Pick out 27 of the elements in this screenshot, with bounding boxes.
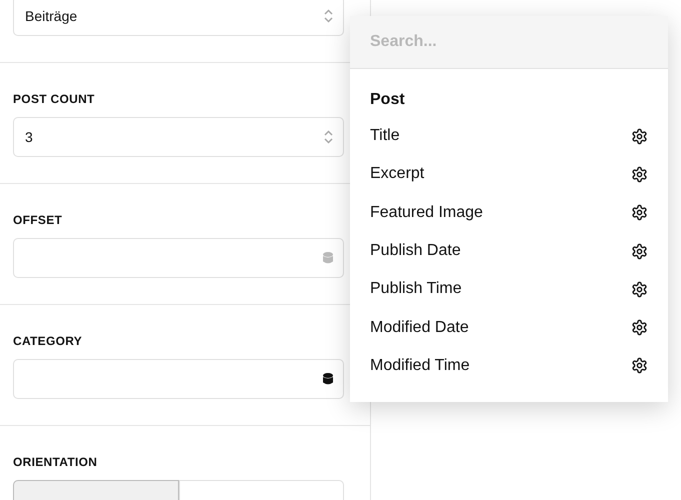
menu-item[interactable]: Modified Date — [350, 308, 668, 347]
select-field[interactable]: 3 — [13, 117, 344, 157]
menu-item[interactable]: Featured Image — [350, 194, 668, 232]
settings-icon[interactable] — [631, 204, 648, 222]
menu-item[interactable]: Excerpt — [350, 155, 668, 194]
select-field[interactable]: Beiträge — [13, 0, 344, 36]
menu-item[interactable]: Modified Time — [350, 346, 668, 386]
settings-icon[interactable] — [631, 242, 648, 260]
search-field[interactable]: Search... — [350, 16, 668, 69]
menu-item[interactable]: Publish Date — [350, 232, 668, 270]
group-heading: Post — [370, 91, 406, 109]
menu-item[interactable]: Publish Time — [350, 270, 668, 308]
input-field[interactable] — [13, 238, 344, 278]
field-label: CATEGORY — [13, 333, 84, 349]
menu-item[interactable]: Title — [350, 117, 668, 156]
settings-icon[interactable] — [631, 280, 648, 298]
field-label: ORIENTATION — [13, 454, 98, 470]
database-icon[interactable] — [323, 373, 333, 385]
updown-icon — [324, 9, 333, 23]
settings-icon[interactable] — [631, 128, 648, 145]
field-label: POST COUNT — [13, 91, 96, 107]
updown-icon — [324, 130, 333, 144]
settings-icon[interactable] — [631, 357, 648, 374]
input-field[interactable] — [13, 359, 344, 399]
field-label: OFFSET — [13, 212, 64, 228]
settings-icon[interactable] — [631, 166, 648, 183]
settings-icon[interactable] — [631, 319, 648, 336]
